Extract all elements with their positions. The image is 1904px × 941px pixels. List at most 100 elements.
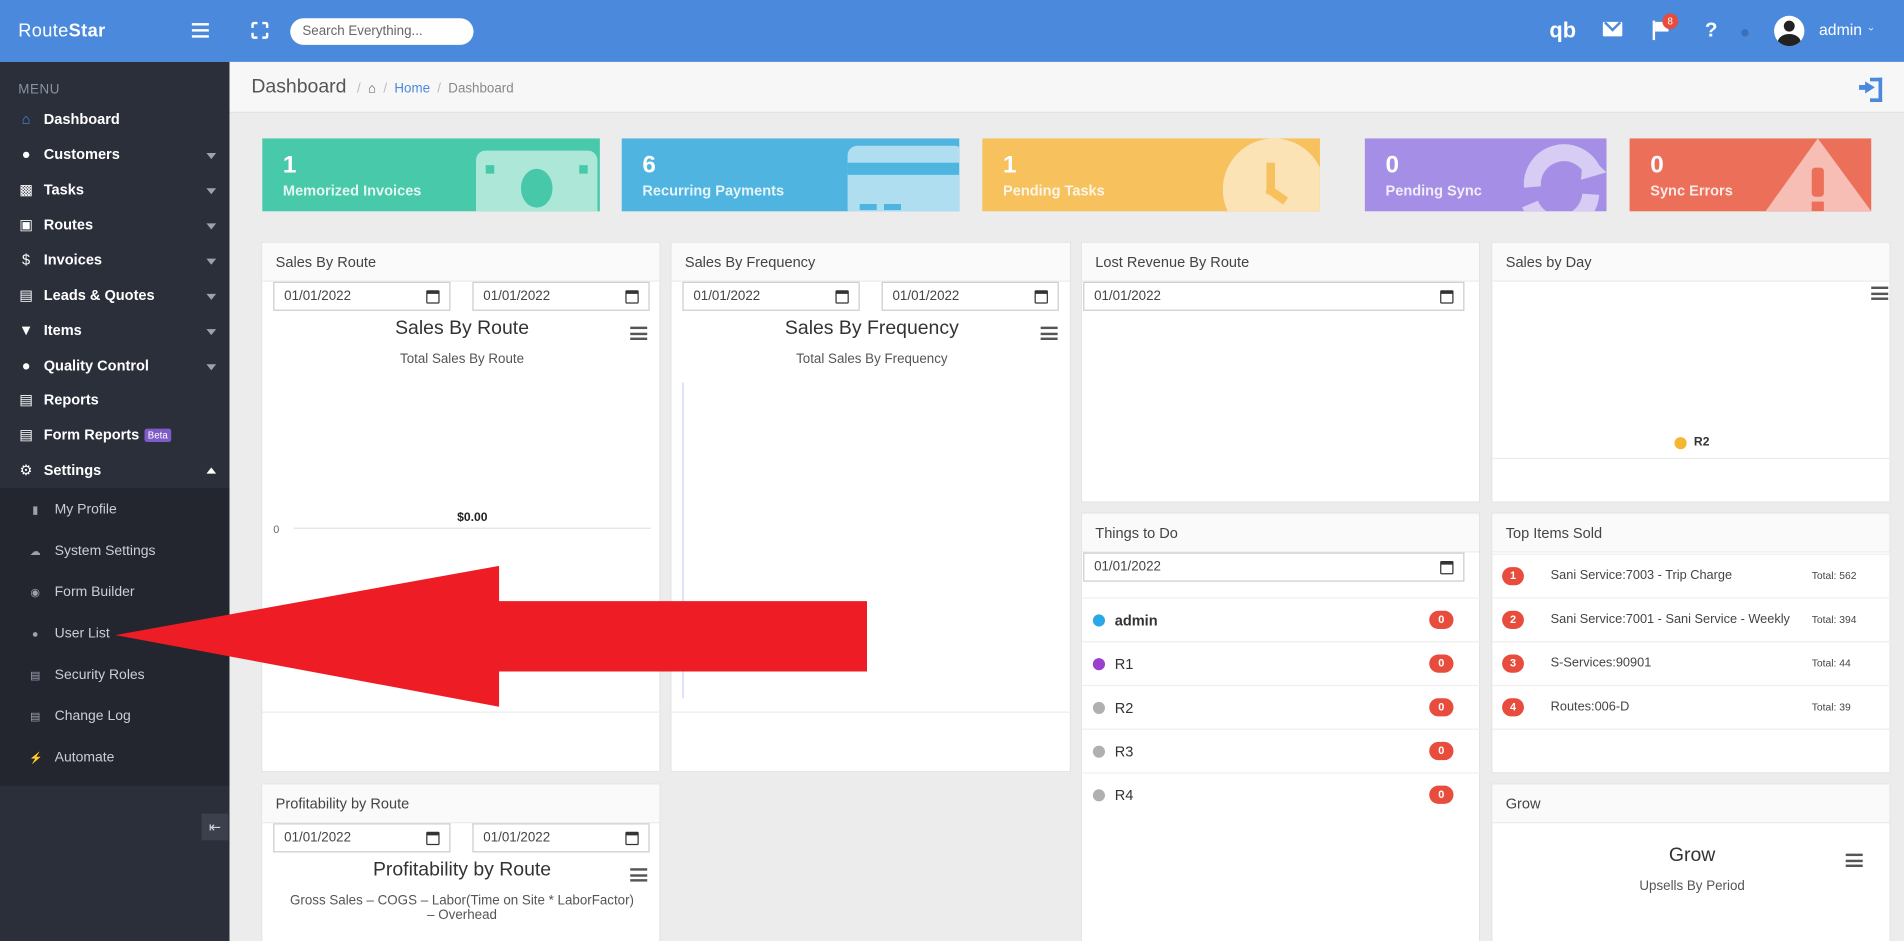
caret-down-icon — [206, 364, 217, 371]
panel-profitability-by-route: Profitability by Route 01/01/2022 01/01/… — [261, 783, 661, 941]
list-item[interactable]: admin 0 — [1081, 597, 1481, 641]
panel-footer — [1492, 457, 1892, 460]
sidebar-item-quality-control[interactable]: ● Quality Control — [0, 349, 230, 384]
list-item[interactable]: 4 Routes:006-D Total: 39 — [1492, 684, 1891, 729]
sidebar-item-items[interactable]: ▼ Items — [0, 313, 230, 348]
chart-subtitle: Total Sales By Frequency — [796, 352, 948, 367]
sidebar-collapse-icon[interactable]: ⇤ — [201, 813, 229, 841]
clipboard-icon: ▩ — [19, 180, 33, 198]
sidebar: MENU ⌂ Dashboard ● Customers ▩ Tasks ▣ R… — [0, 61, 230, 941]
sidebar-item-tasks[interactable]: ▩ Tasks — [0, 172, 230, 207]
panel-footer — [671, 711, 1073, 713]
caret-down-icon — [206, 223, 217, 230]
sidebar-subitem-automate[interactable]: ⚡ Automate — [0, 738, 230, 779]
clock-icon — [1222, 138, 1320, 212]
sidebar-item-label: Customers — [43, 145, 120, 163]
data-label: $0.00 — [457, 510, 488, 524]
date-from-input[interactable]: 01/01/2022 — [273, 281, 451, 311]
list-item[interactable]: R4 0 — [1081, 772, 1481, 816]
date-input[interactable]: 01/01/2022 — [1083, 552, 1465, 582]
chart-subtitle-line-2: – Overhead — [427, 908, 497, 923]
stat-memorized-invoices[interactable]: 1 Memorized Invoices — [262, 138, 600, 212]
item-total: Total: 562 — [1811, 569, 1857, 582]
sidebar-subitem-label: User List — [54, 626, 110, 642]
count-badge: 0 — [1429, 654, 1454, 673]
app-logo[interactable]: RouteStar — [18, 21, 105, 42]
calendar-icon[interactable] — [835, 290, 849, 304]
sidebar-item-reports[interactable]: ▤ Reports — [0, 383, 230, 418]
sign-in-icon[interactable] — [1859, 77, 1883, 103]
chart-menu-icon[interactable] — [1871, 286, 1889, 300]
sidebar-item-label: Quality Control — [43, 357, 149, 375]
panel-header: Sales By Frequency — [671, 242, 1070, 282]
red-annotation-arrow — [115, 565, 868, 707]
search-input[interactable] — [290, 18, 474, 45]
panel-header: Profitability by Route — [262, 784, 660, 824]
user-icon: ● — [21, 145, 31, 163]
home-icon[interactable]: ⌂ — [368, 81, 376, 96]
legend-marker — [1674, 437, 1687, 450]
stat-sync-errors[interactable]: 0 Sync Errors — [1629, 138, 1872, 212]
date-to-input[interactable]: 01/01/2022 — [472, 281, 650, 311]
breadcrumb-home-link[interactable]: Home — [394, 81, 430, 96]
menu-toggle-icon[interactable] — [191, 23, 209, 38]
sidebar-item-invoices[interactable]: $ Invoices — [0, 243, 230, 278]
sidebar-item-settings[interactable]: ⚙ Settings — [0, 453, 230, 488]
calendar-icon[interactable] — [426, 290, 440, 304]
chart-subtitle: Gross Sales – COGS – Labor(Time on Site … — [290, 893, 635, 909]
sidebar-item-routes[interactable]: ▣ Routes — [0, 208, 230, 243]
date-from-input[interactable]: 01/01/2022 — [273, 823, 451, 853]
sales-by-route-chart: 0 $0.00 — [273, 510, 651, 536]
user-menu[interactable]: admin — [1819, 21, 1862, 39]
sidebar-item-label: Tasks — [43, 180, 84, 198]
list-item[interactable]: R3 0 — [1081, 728, 1481, 773]
avatar[interactable] — [1774, 15, 1805, 47]
fullscreen-icon[interactable] — [248, 19, 271, 42]
date-from-input[interactable]: 01/01/2022 — [682, 281, 860, 311]
bookmark-icon: ▮ — [32, 503, 39, 517]
list-item[interactable]: 2 Sani Service:7001 - Sani Service - Week… — [1492, 597, 1891, 641]
chevron-down-icon[interactable]: ⌄ — [1866, 21, 1875, 34]
sidebar-item-form-reports[interactable]: ▤ Form Reports Beta — [0, 418, 230, 453]
calendar-icon[interactable] — [1034, 290, 1048, 304]
list-item[interactable]: R2 0 — [1081, 684, 1481, 729]
stat-pending-tasks[interactable]: 1 Pending Tasks — [982, 138, 1320, 212]
list-item[interactable]: R1 0 — [1081, 641, 1481, 685]
sidebar-item-label: Settings — [43, 461, 102, 479]
chart-menu-icon[interactable] — [1845, 853, 1863, 868]
form-icon: ◉ — [30, 586, 40, 599]
sidebar-item-leads-quotes[interactable]: ▤ Leads & Quotes — [0, 278, 230, 313]
sidebar-item-dashboard[interactable]: ⌂ Dashboard — [0, 102, 230, 137]
chart-menu-icon[interactable] — [630, 868, 648, 882]
sidebar-subitem-my-profile[interactable]: ▮ My Profile — [0, 491, 230, 532]
calendar-icon[interactable] — [625, 290, 639, 304]
caret-down-icon — [206, 188, 217, 195]
quickbooks-icon[interactable]: qb — [1549, 17, 1576, 44]
chart-menu-icon[interactable] — [1040, 326, 1058, 341]
date-to-input[interactable]: 01/01/2022 — [472, 823, 650, 853]
chart-menu-icon[interactable] — [630, 326, 648, 341]
item-name: S-Services:90901 — [1550, 655, 1652, 671]
list-item[interactable]: 3 S-Services:90901 Total: 44 — [1492, 641, 1891, 685]
panel-header: Things to Do — [1081, 513, 1480, 553]
todo-user: R4 — [1114, 786, 1134, 804]
home-icon: ⌂ — [21, 110, 31, 128]
stat-recurring-payments[interactable]: 6 Recurring Payments — [621, 138, 960, 212]
rank-badge: 4 — [1502, 698, 1524, 717]
chart-title: Sales By Frequency — [784, 318, 959, 339]
help-icon[interactable]: ? — [1705, 17, 1718, 44]
list-item[interactable]: 1 Sani Service:7003 - Trip Charge Total: 5… — [1492, 553, 1891, 598]
status-dot — [1741, 29, 1749, 37]
stat-pending-sync[interactable]: 0 Pending Sync — [1364, 138, 1607, 212]
bolt-icon: ⚡ — [29, 751, 43, 764]
status-dot — [1092, 658, 1106, 671]
date-input[interactable]: 01/01/2022 — [1083, 281, 1465, 311]
sidebar-item-customers[interactable]: ● Customers — [0, 137, 230, 172]
calendar-icon[interactable] — [625, 831, 639, 846]
date-to-input[interactable]: 01/01/2022 — [881, 281, 1059, 311]
calendar-icon[interactable] — [1440, 561, 1454, 575]
legend-label[interactable]: R2 — [1694, 436, 1710, 449]
calendar-icon[interactable] — [1440, 290, 1454, 304]
mail-icon[interactable] — [1602, 21, 1623, 37]
calendar-icon[interactable] — [426, 831, 440, 846]
